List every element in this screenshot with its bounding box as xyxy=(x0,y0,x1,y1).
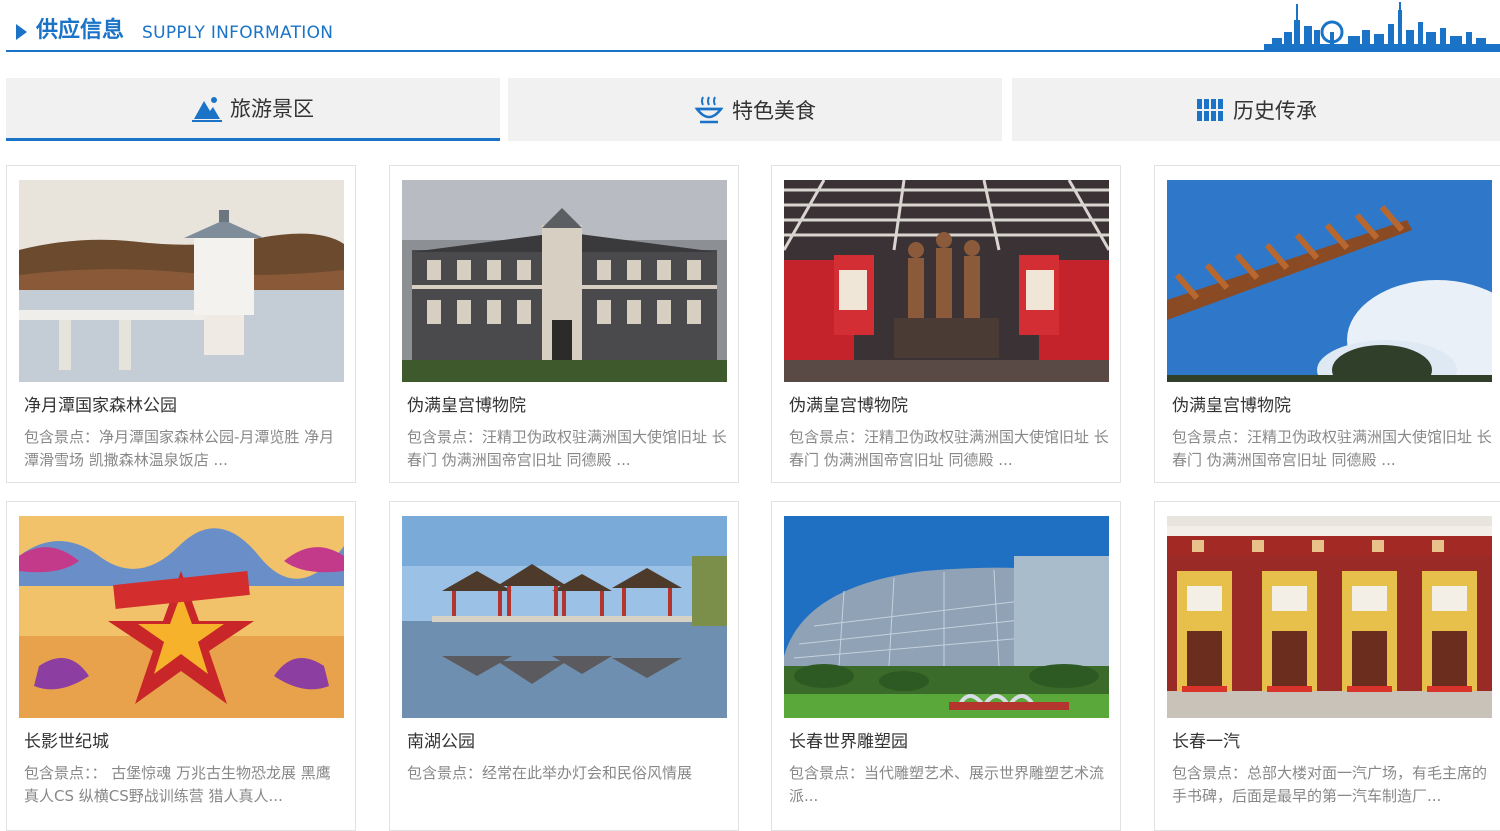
card-photo xyxy=(19,516,344,718)
section-header: 供应信息 SUPPLY INFORMATION xyxy=(6,0,1500,54)
card-title: 伪满皇宫博物院 xyxy=(1172,396,1291,416)
card-description: 包含景点：经常在此举办灯会和民俗风情展 xyxy=(407,764,693,782)
card-photo xyxy=(784,516,1109,718)
card-description: 包含景点：当代雕塑艺术、展示世界雕塑艺术流派... xyxy=(789,764,1105,805)
triangle-arrow-icon xyxy=(16,24,27,40)
card-description: 包含景点：汪精卫伪政权驻满洲国大使馆旧址 长春门 伪满洲国帝宫旧址 同德殿 ..… xyxy=(407,428,727,469)
card-description: 包含景点：汪精卫伪政权驻满洲国大使馆旧址 长春门 伪满洲国帝宫旧址 同德殿 ..… xyxy=(789,428,1109,469)
city-skyline-icon xyxy=(1264,2,1500,50)
section-title: 供应信息 xyxy=(36,18,125,43)
tab-scenic-spots[interactable]: 旅游景区 xyxy=(6,78,500,141)
section-subtitle: SUPPLY INFORMATION xyxy=(142,23,334,43)
card-title: 伪满皇宫博物院 xyxy=(407,396,526,416)
card-title: 南湖公园 xyxy=(407,732,475,752)
card-description: 包含景点：： 古堡惊魂 万兆古生物恐龙展 黑鹰真人CS 纵横CS野战训练营 猎人… xyxy=(24,764,331,805)
attraction-card[interactable]: 伪满皇宫博物院 包含景点：汪精卫伪政权驻满洲国大使馆旧址 长春门 伪满洲国帝宫旧… xyxy=(771,165,1121,483)
category-tabs: 旅游景区 特色美食 历史传承 xyxy=(6,78,1500,141)
tab-label: 特色美食 xyxy=(732,98,816,123)
history-icon xyxy=(1197,98,1223,121)
attraction-card[interactable]: 长影世纪城 包含景点：： 古堡惊魂 万兆古生物恐龙展 黑鹰真人CS 纵横CS野战… xyxy=(6,501,356,831)
card-title: 伪满皇宫博物院 xyxy=(789,396,908,416)
card-photo xyxy=(1167,516,1492,718)
tab-label: 旅游景区 xyxy=(230,97,314,121)
card-title: 净月潭国家森林公园 xyxy=(24,396,177,416)
card-photo xyxy=(784,180,1109,382)
tab-local-food[interactable]: 特色美食 xyxy=(508,78,1002,141)
card-photo xyxy=(402,516,727,718)
card-description: 包含景点：汪精卫伪政权驻满洲国大使馆旧址 长春门 伪满洲国帝宫旧址 同德殿 ..… xyxy=(1172,428,1492,469)
card-photo xyxy=(402,180,727,382)
mountain-icon xyxy=(192,97,222,122)
attraction-card[interactable]: 净月潭国家森林公园 包含景点：净月潭国家森林公园-月潭览胜 净月潭滑雪场 凯撒森… xyxy=(6,165,356,483)
attraction-card[interactable]: 南湖公园 包含景点：经常在此举办灯会和民俗风情展 xyxy=(389,501,739,831)
card-title: 长春世界雕塑园 xyxy=(789,732,908,752)
tab-label: 历史传承 xyxy=(1233,98,1317,123)
attraction-card[interactable]: 长春一汽 包含景点：总部大楼对面一汽广场，有毛主席的手书碑，后面是最早的第一汽车… xyxy=(1154,501,1500,831)
attraction-card[interactable]: 伪满皇宫博物院 包含景点：汪精卫伪政权驻满洲国大使馆旧址 长春门 伪满洲国帝宫旧… xyxy=(389,165,739,483)
food-icon xyxy=(694,96,724,123)
card-title: 长春一汽 xyxy=(1172,732,1240,752)
card-photo xyxy=(19,180,344,382)
card-title: 长影世纪城 xyxy=(24,732,109,752)
attraction-card[interactable]: 长春世界雕塑园 包含景点：当代雕塑艺术、展示世界雕塑艺术流派... xyxy=(771,501,1121,831)
tab-history-heritage[interactable]: 历史传承 xyxy=(1012,78,1500,141)
attraction-card[interactable]: 伪满皇宫博物院 包含景点：汪精卫伪政权驻满洲国大使馆旧址 长春门 伪满洲国帝宫旧… xyxy=(1154,165,1500,483)
card-photo xyxy=(1167,180,1492,382)
card-description: 包含景点：净月潭国家森林公园-月潭览胜 净月潭滑雪场 凯撒森林温泉饭店 ... xyxy=(24,428,335,469)
header-divider xyxy=(6,50,1500,52)
card-description: 包含景点：总部大楼对面一汽广场，有毛主席的手书碑，后面是最早的第一汽车制造厂..… xyxy=(1172,764,1488,805)
